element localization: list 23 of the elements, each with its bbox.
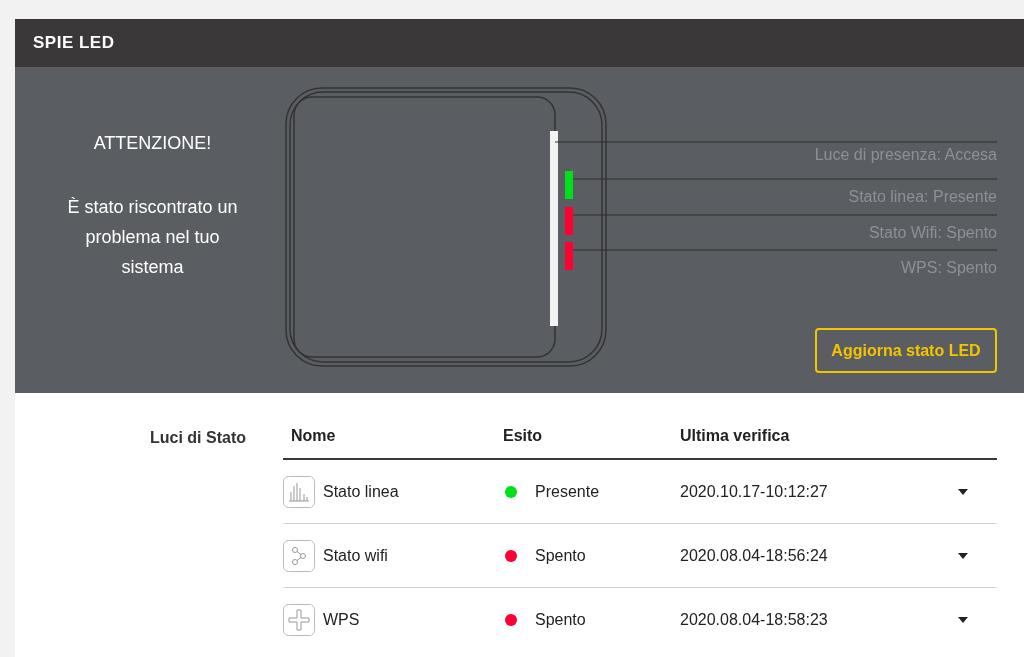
caret-icon[interactable] — [957, 551, 969, 560]
bar-chart-icon — [283, 475, 315, 508]
alert-title: ATTENZIONE! — [93, 133, 212, 154]
status-name: Stato wifi — [323, 546, 388, 565]
alert-message: È stato riscontrato un problema nel tuo sistema — [66, 196, 239, 279]
plus-icon — [283, 603, 315, 636]
column-header: Ultima verifica — [680, 427, 791, 445]
last-check-time: 2020.08.04-18:56:24 — [680, 546, 829, 565]
last-check-time: 2020.10.17-10:12:27 — [680, 482, 829, 501]
status-name: WPS — [323, 610, 360, 629]
column-header: Nome — [291, 427, 337, 445]
refresh-led-button[interactable]: Aggiorna stato LED — [815, 328, 997, 373]
connected-nodes-icon — [283, 539, 315, 572]
status-result: Spento — [535, 610, 586, 629]
panel-title: SPIE LED — [33, 33, 115, 53]
caret-icon[interactable] — [957, 487, 969, 496]
status-result: Presente — [535, 482, 600, 501]
status-result: Spento — [535, 546, 586, 565]
section-label: Luci di Stato — [149, 428, 246, 448]
caret-icon[interactable] — [957, 615, 969, 624]
status-name: Stato linea — [323, 482, 399, 501]
last-check-time: 2020.08.04-18:58:23 — [680, 610, 829, 629]
column-header: Esito — [503, 427, 544, 445]
